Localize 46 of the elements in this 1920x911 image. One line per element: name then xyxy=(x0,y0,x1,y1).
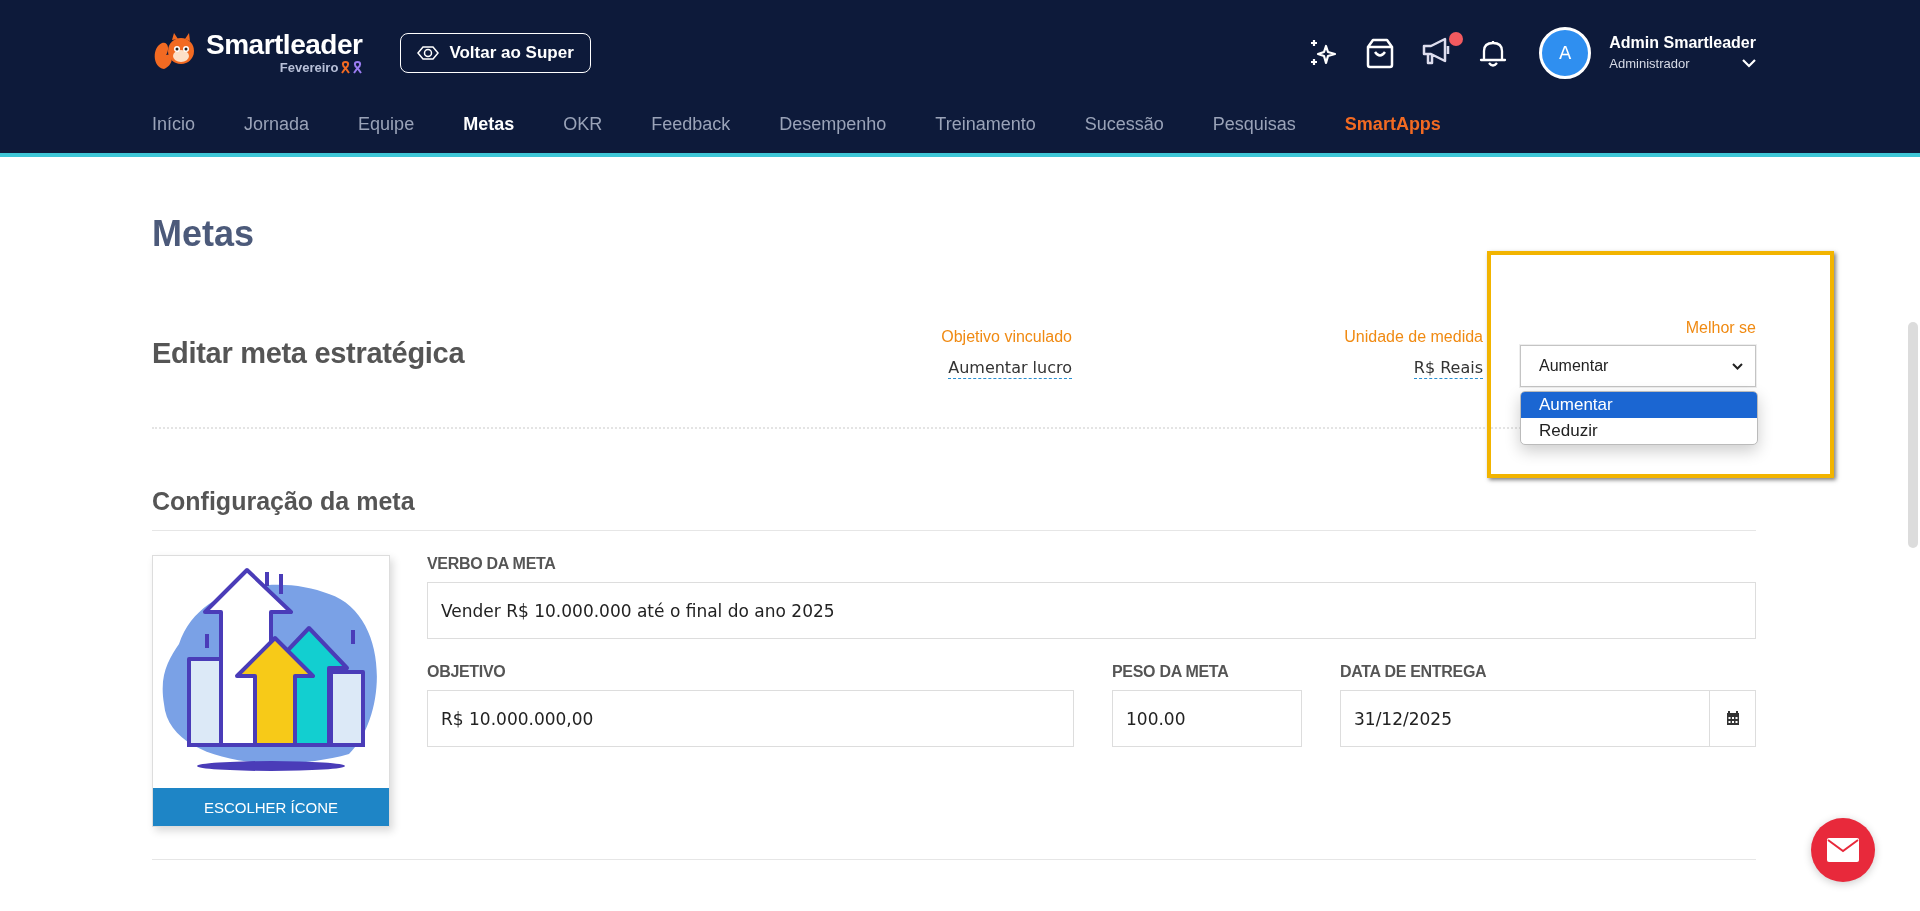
section-title: Configuração da meta xyxy=(152,487,1756,531)
field-label: Objetivo vinculado xyxy=(941,327,1072,346)
input-field[interactable]: Vender R$ 10.000.000 até o final do ano 2025 xyxy=(427,582,1756,639)
field-label: DATA DE ENTREGA xyxy=(1340,663,1488,681)
select-field[interactable]: Aumentar xyxy=(1520,345,1756,387)
eye-target-icon xyxy=(417,44,440,61)
nav-link[interactable]: Jornada xyxy=(244,113,310,135)
awareness-ribbon-icon xyxy=(353,61,363,75)
nav-link[interactable]: Feedback xyxy=(651,113,731,135)
user-name: Admin Smartleader xyxy=(1609,34,1756,52)
nav-link[interactable]: OKR xyxy=(563,113,603,135)
field-label: OBJETIVO xyxy=(427,663,507,681)
user-role: Administrador xyxy=(1609,56,1690,71)
nav-link[interactable]: Início xyxy=(152,113,196,135)
section-title: Editar meta estratégica xyxy=(152,336,466,370)
nav-link[interactable]: SmartApps xyxy=(1344,113,1441,135)
page-title: Metas xyxy=(152,213,256,255)
nav-link[interactable]: Metas xyxy=(463,113,515,135)
calendar-icon[interactable] xyxy=(1725,711,1740,726)
field-value-link[interactable]: Aumentar lucro xyxy=(948,357,1072,379)
brand-name: Smartleader xyxy=(206,29,363,61)
envelope-icon xyxy=(1827,838,1859,862)
input-field[interactable]: 100.00 xyxy=(1112,690,1302,747)
nav-link[interactable]: Pesquisas xyxy=(1212,113,1296,135)
nav-link[interactable]: Desempenho xyxy=(779,113,887,135)
input-field[interactable]: R$ 10.000.000,00 xyxy=(427,690,1074,747)
awareness-ribbon-icon xyxy=(341,61,351,75)
scrollbar-thumb[interactable] xyxy=(1908,322,1918,548)
nav-link[interactable]: Treinamento xyxy=(935,113,1036,135)
nav-link[interactable]: Sucessão xyxy=(1084,113,1164,135)
field-value-link[interactable]: R$ Reais xyxy=(1413,357,1483,379)
email-button[interactable] xyxy=(1811,818,1875,882)
month-label: Fevereiro xyxy=(279,60,339,76)
chevron-down-icon[interactable] xyxy=(1742,59,1756,68)
shopping-bag-icon[interactable] xyxy=(1365,36,1396,69)
back-button[interactable]: Voltar ao Super xyxy=(400,32,591,73)
dropdown-option[interactable]: Reduzir xyxy=(1521,418,1757,444)
field-label: Unidade de medida xyxy=(1344,327,1483,346)
field-label: PESO DA META xyxy=(1112,663,1230,681)
field-label: VERBO DA META xyxy=(427,555,557,573)
date-field[interactable]: 31/12/2025 xyxy=(1340,690,1756,747)
nav-link[interactable]: Equipe xyxy=(358,113,415,135)
chevron-down-icon xyxy=(1732,362,1743,370)
choose-icon-button[interactable]: ESCOLHER ÍCONE xyxy=(153,788,389,826)
field-label: Melhor se xyxy=(1685,319,1756,337)
dropdown-option[interactable]: Aumentar xyxy=(1521,392,1757,418)
